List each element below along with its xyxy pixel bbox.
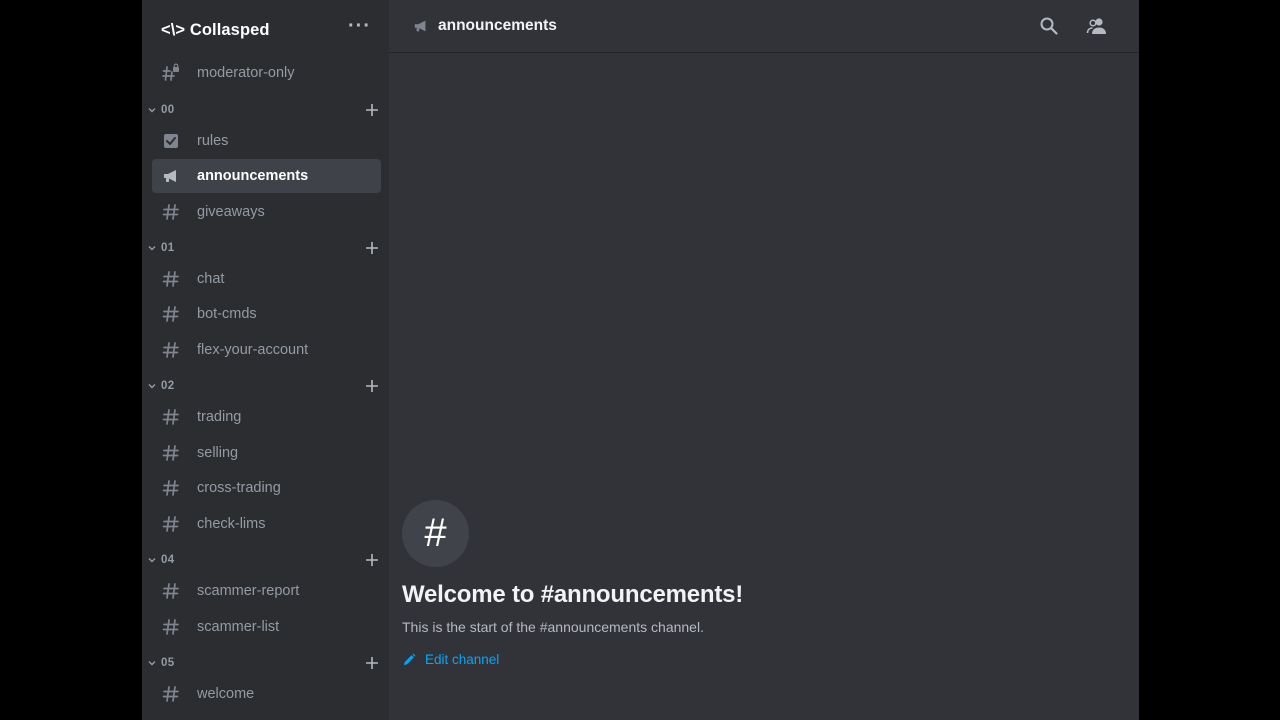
channel-label: chat xyxy=(197,271,225,287)
channel-label: scammer-list xyxy=(197,619,280,635)
add-channel-icon[interactable] xyxy=(364,102,380,118)
channel-chat[interactable]: chat xyxy=(152,262,381,296)
channel-selling[interactable]: selling xyxy=(152,436,381,470)
rules-checkbox-icon xyxy=(161,131,181,151)
channel-label: bot-cmds xyxy=(197,306,257,322)
channel-scammer-report[interactable]: scammer-report xyxy=(152,574,381,608)
channel-welcome[interactable]: welcome xyxy=(152,677,381,711)
search-icon[interactable] xyxy=(1037,14,1061,38)
channel-label: rules xyxy=(197,133,229,149)
channel-header: announcements xyxy=(389,0,1139,52)
hash-icon xyxy=(161,514,181,534)
channel-label: moderator-only xyxy=(197,65,295,81)
channel-check-lims[interactable]: check-lims xyxy=(152,507,381,541)
channel-label: giveaways xyxy=(197,204,265,220)
add-channel-icon[interactable] xyxy=(364,378,380,394)
category-02: 02 xyxy=(142,375,389,397)
chat-area: announcements # Welcome to #announcement… xyxy=(389,0,1139,720)
hash-icon xyxy=(161,202,181,222)
hash-lock-icon xyxy=(161,63,181,83)
channel-label: selling xyxy=(197,445,239,461)
chevron-down-icon xyxy=(148,659,156,667)
hash-icon xyxy=(161,581,181,601)
category-05: 05 xyxy=(142,652,389,674)
category-toggle[interactable]: 02 xyxy=(148,380,174,392)
chevron-down-icon xyxy=(148,106,156,114)
channel-title: announcements xyxy=(438,17,557,34)
category-label: 04 xyxy=(161,554,175,566)
hash-icon xyxy=(161,617,181,637)
more-options-icon[interactable]: ··· xyxy=(348,16,371,39)
category-toggle[interactable]: 01 xyxy=(148,242,174,254)
edit-channel-label: Edit channel xyxy=(425,652,500,667)
channel-scammer-list[interactable]: scammer-list xyxy=(152,610,381,644)
channel-label: announcements xyxy=(197,168,309,184)
category-00: 00 xyxy=(142,99,389,121)
category-04: 04 xyxy=(142,549,389,571)
hash-icon xyxy=(161,407,181,427)
channel-label: flex-your-account xyxy=(197,342,309,358)
channel-rules[interactable]: rules xyxy=(152,124,381,158)
category-label: 01 xyxy=(161,242,175,254)
category-toggle[interactable]: 05 xyxy=(148,657,174,669)
pencil-icon xyxy=(402,653,416,667)
chevron-down-icon xyxy=(148,244,156,252)
welcome-title: Welcome to #announcements! xyxy=(402,581,744,608)
channel-label: welcome xyxy=(197,686,255,702)
megaphone-icon xyxy=(413,18,429,34)
chevron-down-icon xyxy=(148,382,156,390)
member-list-icon[interactable] xyxy=(1085,14,1109,38)
channel-label: trading xyxy=(197,409,242,425)
discord-window: <\> Collasped ··· moderator-only 00 rule… xyxy=(142,0,1139,720)
channel-welcome-section: # Welcome to #announcements! This is the… xyxy=(402,500,743,667)
hash-icon xyxy=(161,478,181,498)
hash-icon xyxy=(161,269,181,289)
channel-announcements[interactable]: announcements xyxy=(152,159,381,193)
add-channel-icon[interactable] xyxy=(364,552,380,568)
welcome-subtitle: This is the start of the #announcements … xyxy=(402,619,704,635)
add-channel-icon[interactable] xyxy=(364,240,380,256)
channel-sidebar: <\> Collasped ··· moderator-only 00 rule… xyxy=(142,0,389,720)
channel-label: check-lims xyxy=(197,516,266,532)
channel-giveaways[interactable]: giveaways xyxy=(152,195,381,229)
chevron-down-icon xyxy=(148,556,156,564)
category-label: 02 xyxy=(161,380,175,392)
edit-channel-link[interactable]: Edit channel xyxy=(402,652,743,667)
category-label: 00 xyxy=(161,104,175,116)
header-toolbar xyxy=(1037,14,1109,38)
channel-header-title: announcements xyxy=(413,17,557,35)
category-01: 01 xyxy=(142,237,389,259)
megaphone-icon xyxy=(161,166,181,186)
channel-moderator-only[interactable]: moderator-only xyxy=(152,56,381,90)
hash-icon: # xyxy=(424,511,447,555)
channel-trading[interactable]: trading xyxy=(152,400,381,434)
hash-icon xyxy=(161,443,181,463)
channel-cross-trading[interactable]: cross-trading xyxy=(152,471,381,505)
category-label: 05 xyxy=(161,657,175,669)
channel-label: cross-trading xyxy=(197,480,281,496)
server-name: <\> Collasped xyxy=(161,20,270,39)
channel-label: scammer-report xyxy=(197,583,300,599)
hash-icon xyxy=(161,340,181,360)
channel-flex-your-account[interactable]: flex-your-account xyxy=(152,333,381,367)
category-toggle[interactable]: 00 xyxy=(148,104,174,116)
category-toggle[interactable]: 04 xyxy=(148,554,174,566)
add-channel-icon[interactable] xyxy=(364,655,380,671)
channel-hash-avatar: # xyxy=(402,500,469,567)
hash-icon xyxy=(161,304,181,324)
channel-bot-cmds[interactable]: bot-cmds xyxy=(152,297,381,331)
hash-icon xyxy=(161,684,181,704)
server-header[interactable]: <\> Collasped ··· xyxy=(142,0,389,60)
